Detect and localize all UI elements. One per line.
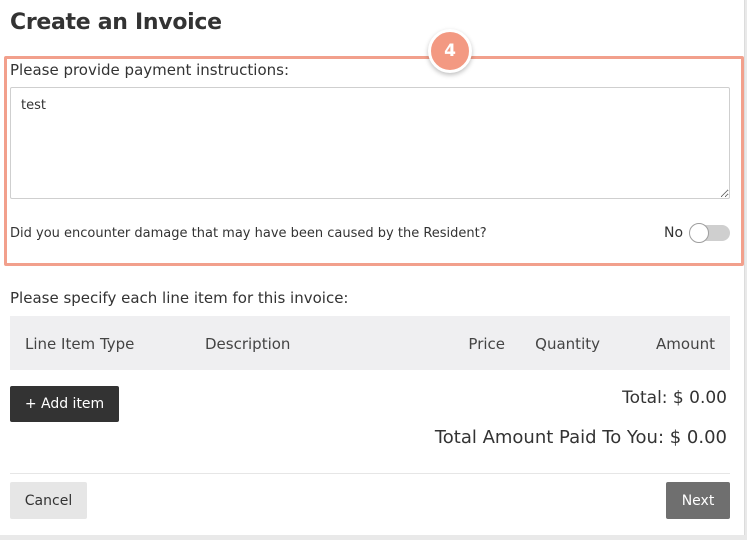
- add-item-button[interactable]: + Add item: [10, 386, 119, 422]
- column-header-quantity: Quantity: [535, 335, 600, 353]
- step-badge: 4: [428, 29, 472, 73]
- cancel-button[interactable]: Cancel: [10, 482, 87, 519]
- total-paid-to-you: Total Amount Paid To You: $ 0.00: [434, 427, 727, 448]
- damage-toggle-label: No: [664, 225, 684, 241]
- invoice-total: Total: $ 0.00: [622, 388, 727, 408]
- next-button[interactable]: Next: [666, 482, 730, 519]
- payment-instructions-label: Please provide payment instructions:: [10, 61, 290, 79]
- page-title: Create an Invoice: [10, 10, 222, 35]
- column-header-description: Description: [205, 335, 291, 353]
- payment-instructions-input[interactable]: test: [10, 87, 730, 199]
- footer-divider: [10, 473, 730, 474]
- column-header-amount: Amount: [656, 335, 715, 353]
- line-items-table-header: Line Item Type Description Price Quantit…: [10, 316, 730, 370]
- damage-question-label: Did you encounter damage that may have b…: [10, 226, 487, 241]
- damage-toggle-switch[interactable]: [689, 223, 730, 243]
- toggle-knob: [689, 223, 709, 243]
- invoice-card: Create an Invoice 4 Please provide payme…: [0, 0, 745, 535]
- column-header-price: Price: [468, 335, 505, 353]
- line-items-label: Please specify each line item for this i…: [10, 289, 349, 307]
- column-header-line-item-type: Line Item Type: [25, 335, 135, 353]
